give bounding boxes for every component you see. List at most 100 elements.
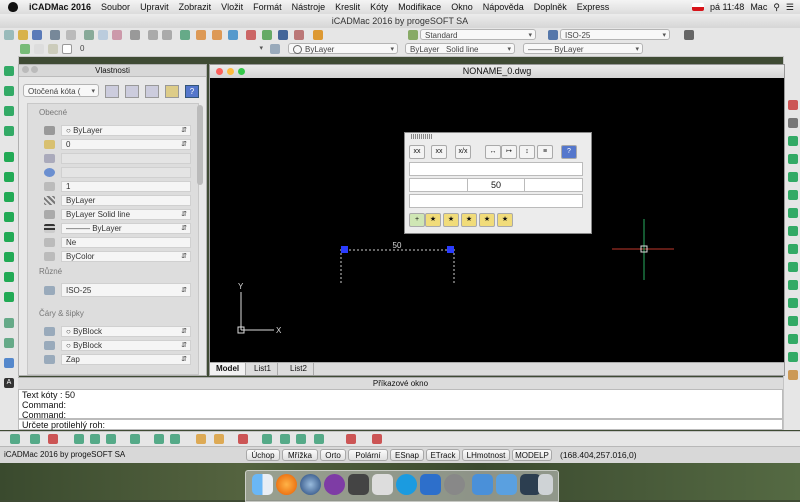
save-icon[interactable] [32, 30, 42, 40]
apple-icon[interactable] [8, 2, 18, 12]
prop-lineweight[interactable]: ——— ByLayer ⇵ [61, 223, 191, 234]
menu-app-name[interactable]: iCADMac 2016 [24, 2, 96, 12]
arc-icon[interactable] [4, 192, 14, 202]
close-window-icon[interactable] [216, 68, 223, 75]
line-icon[interactable] [4, 66, 14, 76]
linetype-select[interactable]: ByLayer Solid line ▾ [405, 43, 515, 54]
zoom-previous-icon[interactable] [228, 30, 238, 40]
stretch-icon[interactable] [788, 244, 798, 254]
osnap-tangent-icon[interactable] [106, 434, 116, 444]
osnap-midpoint-icon[interactable] [30, 434, 40, 444]
dim-suffix-field[interactable] [409, 194, 583, 208]
grid-toggle[interactable]: Mřížka [282, 449, 318, 461]
list-icon[interactable]: ☰ [786, 2, 794, 13]
star-remove-icon[interactable]: ★ [479, 213, 495, 227]
text-style-icon[interactable] [408, 30, 418, 40]
downloads-icon[interactable] [496, 474, 517, 495]
menu-soubor[interactable]: Soubor [96, 2, 135, 12]
rectangle-icon[interactable] [4, 172, 14, 182]
lock-icon[interactable] [165, 85, 179, 98]
prop-linetype-scale[interactable]: 1 [61, 181, 191, 192]
star-icon[interactable]: ★ [425, 213, 441, 227]
explode-icon[interactable] [788, 370, 798, 380]
layer-manager-icon[interactable] [278, 30, 288, 40]
text-icon[interactable]: A [4, 378, 14, 388]
trim-icon[interactable] [788, 280, 798, 290]
osnap-perpendicular-icon[interactable] [130, 434, 140, 444]
polyline-icon[interactable] [4, 106, 14, 116]
snap-toggle[interactable]: Úchop [246, 449, 280, 461]
osnap-nearest-icon[interactable] [214, 434, 224, 444]
print-icon[interactable] [50, 30, 60, 40]
dim-split-icon[interactable]: ↦ [501, 145, 517, 159]
osnap-settings-icon[interactable] [346, 434, 356, 444]
open-file-icon[interactable] [18, 30, 28, 40]
menu-upravit[interactable]: Upravit [135, 2, 174, 12]
prop-dimline-visible[interactable]: Zap ⇵ [61, 354, 191, 365]
clock[interactable]: pá 11:48 [710, 2, 744, 12]
pan-icon[interactable] [180, 30, 190, 40]
new-file-icon[interactable] [4, 30, 14, 40]
command-input[interactable]: Určete protilehlý roh: [18, 419, 783, 430]
dim-text-style-icon[interactable]: xx [431, 145, 447, 159]
osnap-parallel-icon[interactable] [154, 434, 164, 444]
spline-icon[interactable] [4, 126, 14, 136]
dim-style-select[interactable]: ISO-25 ▾ [560, 29, 670, 40]
teamviewer-icon[interactable] [420, 474, 441, 495]
text-style-select[interactable]: Standard ▾ [420, 29, 536, 40]
osnap-none-icon[interactable] [238, 434, 248, 444]
dim-prefix-input[interactable] [410, 179, 468, 191]
point-icon[interactable] [4, 292, 14, 302]
prop-dim-style[interactable]: ISO-25 ⇵ [61, 283, 191, 297]
region-icon[interactable] [4, 338, 14, 348]
osnap-clear-icon[interactable] [372, 434, 382, 444]
osnap-center-icon[interactable] [74, 434, 84, 444]
zoom-realtime-icon[interactable] [196, 30, 206, 40]
properties-icon[interactable] [246, 30, 256, 40]
app-icon[interactable] [348, 474, 369, 495]
help-icon[interactable] [313, 30, 323, 40]
preview-icon[interactable] [66, 30, 76, 40]
match-properties-icon[interactable] [130, 30, 140, 40]
system-preferences-icon[interactable] [444, 474, 465, 495]
table-icon[interactable] [4, 358, 14, 368]
dim-value-input[interactable]: 50 [468, 179, 526, 191]
tab-list1[interactable]: List1 [248, 363, 278, 375]
layer-select[interactable]: 0 ▾ [76, 43, 266, 54]
track-icon[interactable] [262, 434, 272, 444]
prop-dimline-color[interactable]: ○ ByBlock ⇵ [61, 326, 191, 337]
quick-select-icon[interactable] [105, 85, 119, 98]
search-icon[interactable]: ⚲ [773, 2, 780, 13]
osnap-quadrant-icon[interactable] [90, 434, 100, 444]
layer-freeze-icon[interactable] [34, 44, 44, 54]
minimize-window-icon[interactable] [227, 68, 234, 75]
tab-model[interactable]: Model [210, 363, 247, 375]
menu-koty[interactable]: Kóty [365, 2, 393, 12]
cut-icon[interactable] [84, 30, 94, 40]
chamfer-icon[interactable] [788, 334, 798, 344]
track-2-icon[interactable] [280, 434, 290, 444]
prop-empty-1[interactable] [61, 153, 191, 164]
paste-icon[interactable] [112, 30, 122, 40]
esnap-toggle[interactable]: ESnap [390, 449, 424, 461]
design-center-icon[interactable] [262, 30, 272, 40]
polar-toggle[interactable]: Polární [348, 449, 388, 461]
polygon-icon[interactable] [4, 152, 14, 162]
select-objects-icon[interactable] [125, 85, 139, 98]
color-select[interactable]: ByLayer ▾ [288, 43, 398, 55]
menu-zobrazit[interactable]: Zobrazit [174, 2, 217, 12]
layer-on-icon[interactable] [20, 44, 30, 54]
menu-doplnek[interactable]: Doplněk [529, 2, 572, 12]
flag-icon[interactable] [691, 3, 704, 11]
lineweight-select[interactable]: ——— ByLayer ▾ [523, 43, 643, 54]
hatch-icon[interactable] [4, 318, 14, 328]
zoom-window-icon[interactable] [212, 30, 222, 40]
user-name[interactable]: Mac [750, 2, 767, 12]
calculator-icon[interactable] [294, 30, 304, 40]
osnap-node-icon[interactable] [196, 434, 206, 444]
dim-text-stack-icon[interactable]: x/x [455, 145, 471, 159]
fillet-icon[interactable] [788, 352, 798, 362]
symbol-add-icon[interactable]: + [409, 213, 425, 227]
redo-icon[interactable] [162, 30, 172, 40]
circle-icon[interactable] [4, 212, 14, 222]
